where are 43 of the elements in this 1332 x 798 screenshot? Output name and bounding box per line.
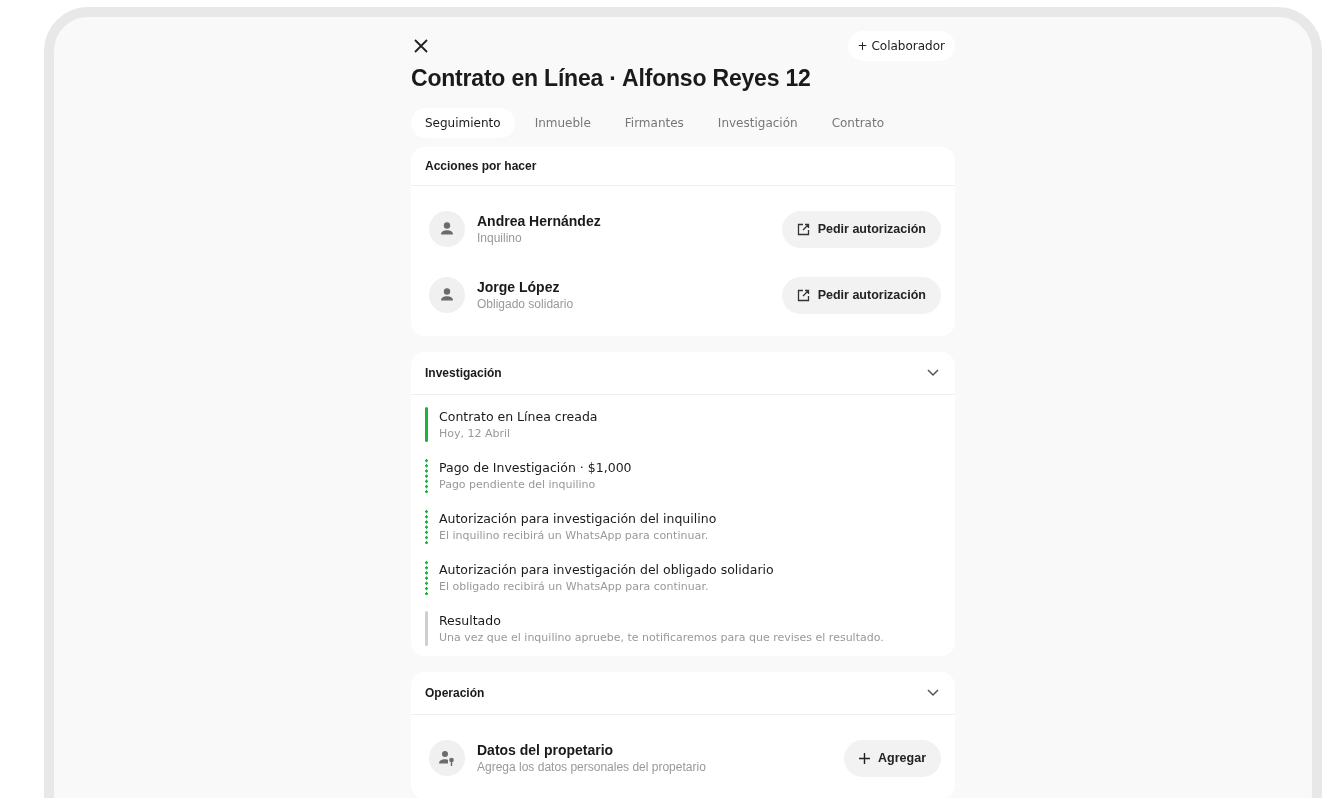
add-button[interactable]: Agregar [844,739,941,777]
step-detail: Hoy, 12 Abril [439,427,512,440]
card-title: Investigación [425,366,502,380]
external-link-icon [796,288,810,302]
timeline-bar [425,611,428,646]
request-authorization-button[interactable]: Pedir autorización [781,210,941,248]
close-icon[interactable] [414,39,428,53]
step-title: Contrato en Línea creada [439,409,598,424]
timeline-bar [425,509,428,544]
external-link-icon [796,222,810,236]
step-detail: El obligado recibirá un WhatsApp para continuar. [439,580,710,593]
row-detail: Agrega los datos personales del propetario [477,760,707,774]
step-title: Pago de Investigación · $1,000 [439,460,632,475]
step-title: Autorización para investigación del obligado solidario [439,562,774,577]
timeline-bar [425,458,428,493]
chevron-down-icon[interactable] [927,689,939,697]
step-detail: Una vez que el inquilino apruebe, te notificaremos para que revises el resultado. [439,631,884,644]
card-title: Operación [425,686,485,700]
step-title: Autorización para investigación del inquilino [439,511,717,526]
add-collaborator-button[interactable]: + Colaborador [847,31,955,61]
tab[interactable]: Inmueble [520,108,605,138]
person-name: Andrea Hernández [477,213,602,229]
step-title: Resultado [439,613,502,628]
timeline-bar [425,407,428,442]
row-title: Datos del propetario [477,742,615,758]
tab[interactable]: Contrato [817,108,898,138]
timeline-bar [425,560,428,595]
step-detail: El inquilino recibirá un WhatsApp para continuar. [439,529,710,542]
person-key-icon [429,740,465,776]
person-icon [429,211,465,247]
tab[interactable]: Firmantes [610,108,698,138]
tab[interactable]: Seguimiento [411,108,515,138]
plus-icon [859,752,871,764]
page-title: Contrato en Línea · Alfonso Reyes 12 [411,65,812,92]
tab[interactable]: Investigación [703,108,812,138]
person-role: Obligado solidario [477,297,575,311]
chevron-down-icon[interactable] [927,369,939,377]
card-title: Acciones por hacer [425,159,537,173]
request-authorization-button[interactable]: Pedir autorización [781,276,941,314]
person-role: Inquilino [477,231,523,245]
person-name: Jorge López [477,279,561,295]
step-detail: Pago pendiente del inquilino [439,478,597,491]
person-icon [429,277,465,313]
